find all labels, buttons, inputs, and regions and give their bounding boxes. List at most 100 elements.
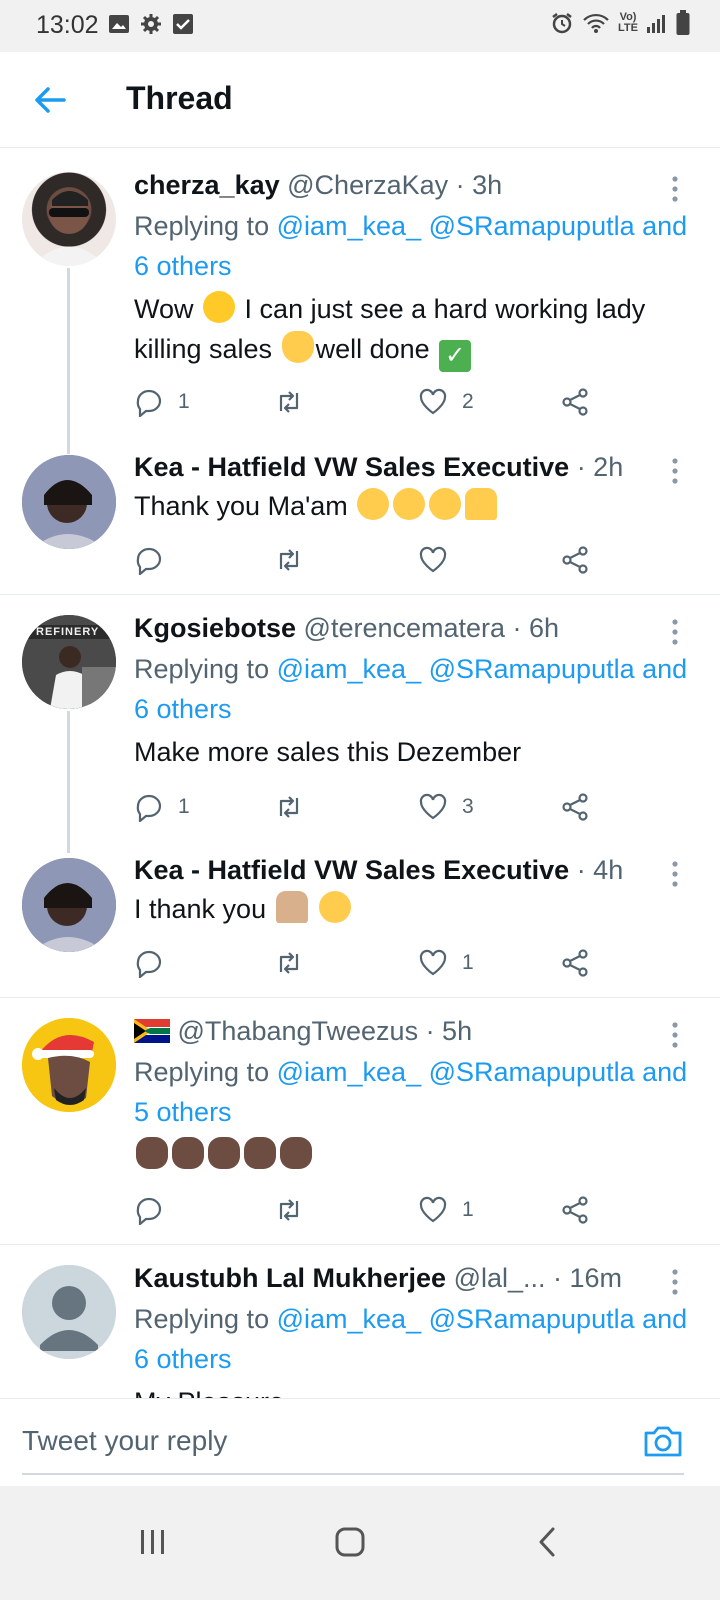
- comment-icon: [136, 389, 162, 417]
- reply-button[interactable]: [134, 945, 164, 981]
- default-avatar-icon: [22, 1265, 116, 1359]
- back-arrow-icon[interactable]: [28, 78, 72, 122]
- reply-button[interactable]: 1: [134, 789, 190, 825]
- mention-links[interactable]: @iam_kea_ @SRamapuputla: [277, 1057, 635, 1087]
- replying-label: Replying to: [134, 211, 270, 241]
- avatar[interactable]: [22, 455, 116, 549]
- avatar[interactable]: REFINERY: [22, 615, 116, 709]
- handle-time: · 2h: [576, 452, 624, 482]
- status-bar: 13:02 Vo) LTE: [0, 0, 720, 52]
- retweet-button[interactable]: [274, 945, 304, 981]
- like-button[interactable]: 1: [418, 945, 474, 981]
- share-button[interactable]: [560, 789, 590, 825]
- thread-feed[interactable]: cherza_kay @CherzaKay · 3h Replying to @…: [0, 152, 720, 1427]
- tweet-thabang[interactable]: @ThabangTweezus · 5h Replying to @iam_ke…: [0, 998, 720, 1243]
- reply-button[interactable]: [134, 542, 164, 578]
- reply-button[interactable]: 1: [134, 384, 190, 420]
- share-button[interactable]: [560, 384, 590, 420]
- south-africa-flag-icon: [134, 1019, 170, 1043]
- check-mark-emoji-icon: ✓: [439, 340, 472, 372]
- tweet-header: Kea - Hatfield VW Sales Executive · 2h: [134, 452, 670, 483]
- home-icon[interactable]: [330, 1522, 370, 1562]
- like-button[interactable]: [418, 542, 448, 578]
- like-button[interactable]: 2: [418, 384, 474, 420]
- more-vertical-icon[interactable]: [670, 617, 680, 647]
- smiling-face-emoji-icon: [393, 488, 426, 520]
- like-button[interactable]: 1: [418, 1192, 474, 1228]
- like-count: 2: [462, 390, 474, 413]
- volte-label: Vo) LTE: [618, 11, 638, 34]
- more-vertical-icon[interactable]: [670, 1020, 680, 1050]
- retweet-button[interactable]: [274, 542, 304, 578]
- heart-icon: [419, 1196, 447, 1223]
- like-button[interactable]: 3: [418, 789, 474, 825]
- display-name[interactable]: Kaustubh Lal Mukherjee: [134, 1263, 446, 1293]
- avatar[interactable]: [22, 172, 116, 266]
- more-vertical-icon[interactable]: [670, 456, 680, 486]
- more-vertical-icon[interactable]: [670, 174, 680, 204]
- share-button[interactable]: [560, 945, 590, 981]
- tweet-text: [134, 1135, 694, 1175]
- mention-links[interactable]: @iam_kea_ @SRamapuputla: [277, 211, 635, 241]
- tweet-text-part: I thank you: [134, 894, 267, 924]
- like-count: 1: [462, 1198, 474, 1221]
- signal-icon: [647, 15, 665, 33]
- avatar[interactable]: [22, 1265, 116, 1359]
- alarm-icon: [552, 13, 572, 34]
- tweet-header: Kea - Hatfield VW Sales Executive · 4h: [134, 855, 670, 886]
- handle-time: @terencematera · 6h: [303, 613, 560, 643]
- reply-count: 1: [178, 795, 190, 818]
- share-button[interactable]: [560, 1192, 590, 1228]
- display-name[interactable]: Kea - Hatfield VW Sales Executive: [134, 452, 569, 482]
- heart-icon: [419, 388, 447, 415]
- avatar-photo: [22, 1018, 116, 1112]
- share-icon: [562, 793, 588, 821]
- avatar[interactable]: [22, 1018, 116, 1112]
- replying-label: Replying to: [134, 1304, 270, 1334]
- comment-icon: [136, 1197, 162, 1225]
- reply-button[interactable]: [134, 1192, 164, 1228]
- settings-icon: [141, 14, 161, 34]
- recent-apps-icon[interactable]: [133, 1522, 173, 1562]
- more-vertical-icon[interactable]: [670, 1267, 680, 1297]
- retweet-button[interactable]: [274, 384, 318, 420]
- tweet-header: @ThabangTweezus · 5h: [134, 1016, 670, 1047]
- back-nav-icon[interactable]: [528, 1522, 568, 1562]
- tweet-kea-reply[interactable]: Kea - Hatfield VW Sales Executive · 2h T…: [0, 442, 720, 592]
- clapping-hands-emoji-icon: [136, 1137, 168, 1169]
- retweet-button[interactable]: [274, 1192, 304, 1228]
- share-icon: [562, 546, 588, 574]
- handle-time: · 4h: [576, 855, 624, 885]
- tweet-text-part: well done: [315, 334, 430, 364]
- tweet-actions: 1: [134, 945, 614, 981]
- reply-input[interactable]: [22, 1421, 622, 1461]
- tweet-actions: 1 2: [134, 384, 614, 420]
- tweet-actions: 1 3: [134, 789, 614, 825]
- mention-links[interactable]: @iam_kea_ @SRamapuputla: [277, 1304, 635, 1334]
- avatar-caption: REFINERY: [36, 626, 100, 638]
- avatar[interactable]: [22, 858, 116, 952]
- folded-hands-emoji-icon: [275, 891, 308, 923]
- replying-to: Replying to @iam_kea_ @SRamapuputla and …: [134, 1052, 694, 1132]
- tweet-header: Kaustubh Lal Mukherjee @lal_... · 16m: [134, 1263, 670, 1294]
- tweet-text-part: Wow: [134, 294, 194, 324]
- display-name[interactable]: Kgosiebotse: [134, 613, 296, 643]
- retweet-button[interactable]: [274, 789, 318, 825]
- share-icon: [562, 1196, 588, 1224]
- smiling-face-emoji-icon: [319, 891, 352, 923]
- tweet-kea-reply[interactable]: Kea - Hatfield VW Sales Executive · 4h I…: [0, 845, 720, 995]
- like-count: 1: [462, 951, 474, 974]
- tweet-cherza-kay[interactable]: cherza_kay @CherzaKay · 3h Replying to @…: [0, 152, 720, 454]
- handle-time: @lal_... · 16m: [453, 1263, 623, 1293]
- camera-icon[interactable]: [642, 1421, 684, 1461]
- share-button[interactable]: [560, 542, 590, 578]
- heart-icon: [419, 793, 447, 820]
- more-vertical-icon[interactable]: [670, 859, 680, 889]
- mention-links[interactable]: @iam_kea_ @SRamapuputla: [277, 654, 635, 684]
- tweet-kgosiebotse[interactable]: REFINERY Kgosiebotse @terencematera · 6h…: [0, 595, 720, 853]
- tweet-text: Wow I can just see a hard working lady k…: [134, 289, 694, 372]
- display-name[interactable]: cherza_kay: [134, 170, 280, 200]
- retweet-icon: [279, 1199, 299, 1221]
- checkbox-icon: [173, 14, 193, 34]
- display-name[interactable]: Kea - Hatfield VW Sales Executive: [134, 855, 569, 885]
